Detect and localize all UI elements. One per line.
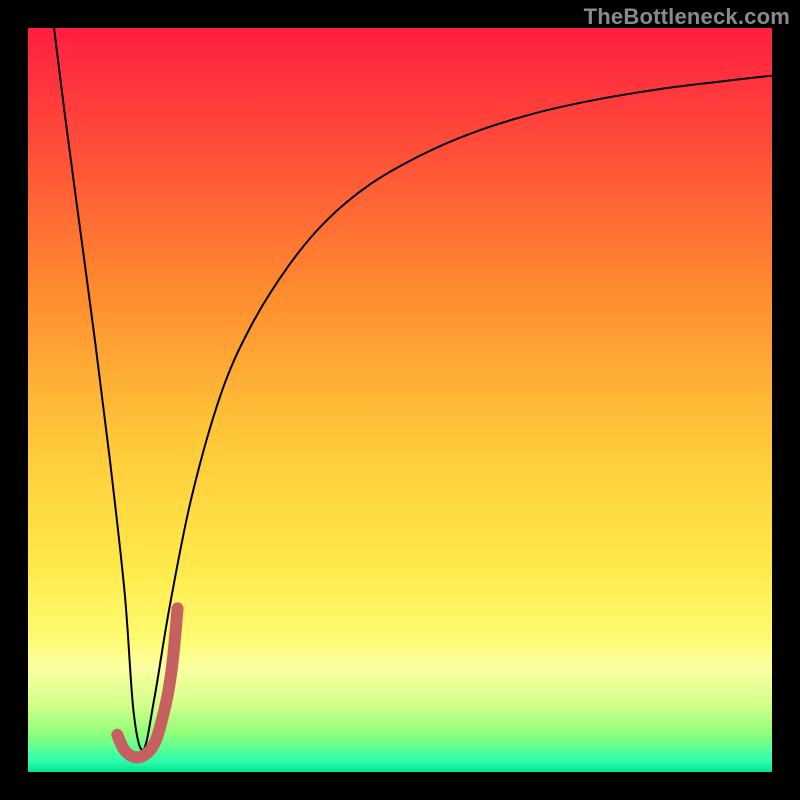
chart-background: [28, 28, 772, 772]
chart-plot-area: [28, 28, 772, 772]
chart-svg: [28, 28, 772, 772]
watermark-label: TheBottleneck.com: [584, 4, 790, 30]
chart-frame: TheBottleneck.com: [0, 0, 800, 800]
